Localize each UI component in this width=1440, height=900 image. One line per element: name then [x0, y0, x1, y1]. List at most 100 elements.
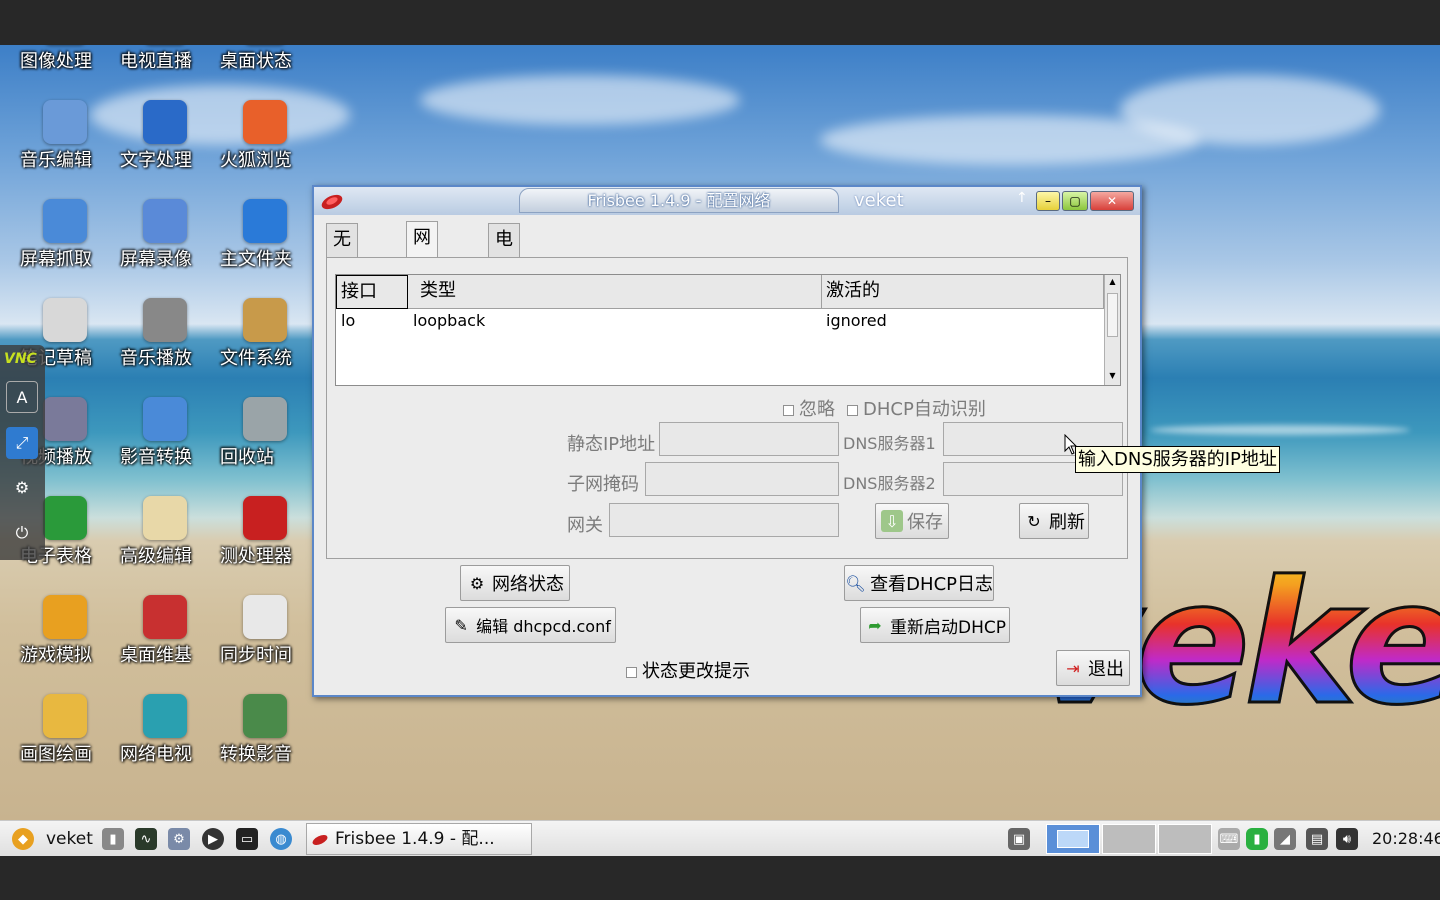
view-dhcp-log-button[interactable]: 🔍︎ 查看DHCP日志 [844, 565, 994, 601]
column-header-active[interactable]: 激活的 [822, 275, 1104, 309]
desktop-icon[interactable]: 同步时间 [220, 589, 310, 685]
tab-wireless[interactable]: 无线网络 [326, 223, 358, 346]
dns2-label: DNS服务器2 [843, 474, 936, 493]
desktop-icon[interactable]: 文件系统 [220, 292, 310, 388]
exit-button[interactable]: ⇥ 退出 [1056, 650, 1130, 686]
static-ip-field[interactable] [659, 422, 839, 456]
desktop-icon[interactable]: 图像处理 [20, 45, 110, 91]
settings-icon[interactable]: ⚙ [168, 828, 190, 850]
workspace-3[interactable] [1158, 824, 1212, 854]
desktop-icon-label: 桌面维基 [120, 645, 192, 666]
keyboard-tray-icon[interactable]: ⌨ [1218, 828, 1240, 850]
tab-network-interface[interactable]: 网络接口 [406, 221, 438, 344]
window-titlebar[interactable]: Frisbee 1.4.9 - 配置网络 veket ↑ – ▢ ✕ [314, 187, 1140, 215]
firefox-icon [243, 100, 287, 144]
tab-phone-network[interactable]: 电话网络 [488, 223, 520, 346]
desktop-icon[interactable]: 火狐浏览 [220, 94, 310, 190]
scroll-thumb[interactable] [1107, 293, 1118, 337]
play-icon[interactable]: ▶ [202, 828, 224, 850]
desktop-icon[interactable]: 桌面维基 [120, 589, 210, 685]
gear-icon[interactable]: ⚙ [6, 471, 38, 503]
scroll-up-icon[interactable]: ▲ [1106, 277, 1119, 289]
desktop-icon[interactable]: 桌面状态 [220, 45, 310, 91]
checkbox-icon [847, 404, 858, 416]
subnet-label: 子网掩码 [567, 474, 639, 495]
task-frisbee[interactable]: Frisbee 1.4.9 - 配... [306, 823, 532, 855]
desktop-icon-label: 桌面状态 [220, 51, 292, 72]
status-change-checkbox[interactable]: 状态更改提示 [626, 657, 750, 683]
desktop-icon[interactable]: 高级编辑 [120, 490, 210, 586]
pin-icon[interactable]: ↑ [1016, 190, 1028, 206]
power-icon[interactable]: ⏻ [6, 517, 38, 549]
desktop-icon-label: 文字处理 [120, 150, 192, 171]
scale-icon[interactable]: ⤢ [6, 427, 38, 459]
desktop-icon-label: 屏幕抓取 [20, 249, 92, 270]
scroll-down-icon[interactable]: ▼ [1106, 371, 1119, 383]
bottom-letterbox [0, 856, 1440, 900]
refresh-button[interactable]: ↻ 刷新 [1019, 503, 1089, 539]
desktop-icon[interactable]: 屏幕抓取 [20, 193, 110, 289]
clipboard-tray-icon[interactable]: ▤ [1306, 828, 1328, 850]
terminal-icon[interactable]: ▭ [236, 828, 258, 850]
video-icon [43, 397, 87, 441]
network-tray-icon[interactable]: ◢ [1274, 828, 1296, 850]
edit-dhcpcd-label: 编辑 dhcpcd.conf [476, 617, 611, 636]
desktop-icon-label: 图像处理 [20, 51, 92, 72]
network-status-button[interactable]: ⚙ 网络状态 [460, 565, 570, 601]
screenshot-tray-icon[interactable]: ▣ [1008, 828, 1030, 850]
home-folder-icon [243, 199, 287, 243]
desktop-icon[interactable]: 屏幕录像 [120, 193, 210, 289]
speaker-icon [143, 298, 187, 342]
desktop-icon[interactable]: 文字处理 [120, 94, 210, 190]
dhcp-auto-checkbox[interactable]: DHCP自动识别 [847, 395, 986, 421]
restart-icon: ➦ [868, 615, 882, 635]
desktop-icon[interactable]: 电视直播 [120, 45, 210, 91]
filesystem-icon [243, 298, 287, 342]
desktop-icon[interactable]: 影音转换 [120, 391, 210, 487]
game-icon [43, 595, 87, 639]
calendar-icon [243, 595, 287, 639]
exit-icon: ⇥ [1066, 658, 1080, 678]
desktop-icon[interactable]: 画图绘画 [20, 688, 110, 784]
workspace-1[interactable] [1046, 824, 1100, 854]
veket-menu-icon[interactable]: ◆ [12, 828, 34, 850]
volume-icon[interactable]: 🔊︎ [1336, 828, 1358, 850]
menu-button[interactable]: veket [46, 829, 93, 849]
subnet-field[interactable] [645, 462, 839, 496]
desktop-icon[interactable]: 主文件夹 [220, 193, 310, 289]
desktop-icon[interactable]: 游戏模拟 [20, 589, 110, 685]
desktop-icon[interactable]: 转换影音 [220, 688, 310, 784]
frisbee-window: Frisbee 1.4.9 - 配置网络 veket ↑ – ▢ ✕ 无线网络 … [312, 185, 1142, 697]
desktop-icon-label: 音乐编辑 [20, 150, 92, 171]
workspace-2[interactable] [1102, 824, 1156, 854]
disk-tray-icon[interactable]: ▮ [1246, 828, 1268, 850]
desktop-icon[interactable]: 音乐编辑 [20, 94, 110, 190]
system-monitor-icon[interactable]: ∿ [135, 828, 157, 850]
table-scrollbar[interactable]: ▲ ▼ [1104, 275, 1120, 385]
desktop-icon-label: 同步时间 [220, 645, 292, 666]
task-label: Frisbee 1.4.9 - 配... [335, 829, 495, 849]
globe-icon[interactable]: ◍ [270, 828, 292, 850]
column-header-interface[interactable]: 接口 [336, 275, 408, 309]
screen-record-icon [143, 199, 187, 243]
column-header-type[interactable]: 类型 [408, 275, 822, 309]
keyboard-icon[interactable]: A [6, 381, 38, 413]
desktop-icon-label: 影音转换 [120, 447, 192, 468]
restart-dhcp-button[interactable]: ➦ 重新启动DHCP [860, 607, 1010, 643]
edit-dhcpcd-button[interactable]: ✎ 编辑 dhcpcd.conf [445, 607, 616, 643]
desktop-icon[interactable]: 网络电视 [120, 688, 210, 784]
desktop-icon[interactable]: 测处理器 [220, 490, 310, 586]
close-button[interactable]: ✕ [1090, 191, 1134, 211]
maximize-button[interactable]: ▢ [1062, 191, 1088, 211]
save-icon: ⇩ [881, 510, 903, 532]
convert-icon [243, 694, 287, 738]
ignore-label: 忽略 [799, 399, 835, 420]
gateway-field[interactable] [609, 503, 839, 537]
paint-icon [43, 694, 87, 738]
ignore-checkbox[interactable]: 忽略 [783, 395, 835, 421]
brush-icon[interactable]: ▮ [102, 828, 124, 850]
save-button[interactable]: ⇩ 保存 [875, 503, 949, 539]
minimize-button[interactable]: – [1036, 191, 1060, 211]
desktop-icon[interactable]: 音乐播放 [120, 292, 210, 388]
desktop-icon[interactable]: 回收站 [220, 391, 310, 487]
